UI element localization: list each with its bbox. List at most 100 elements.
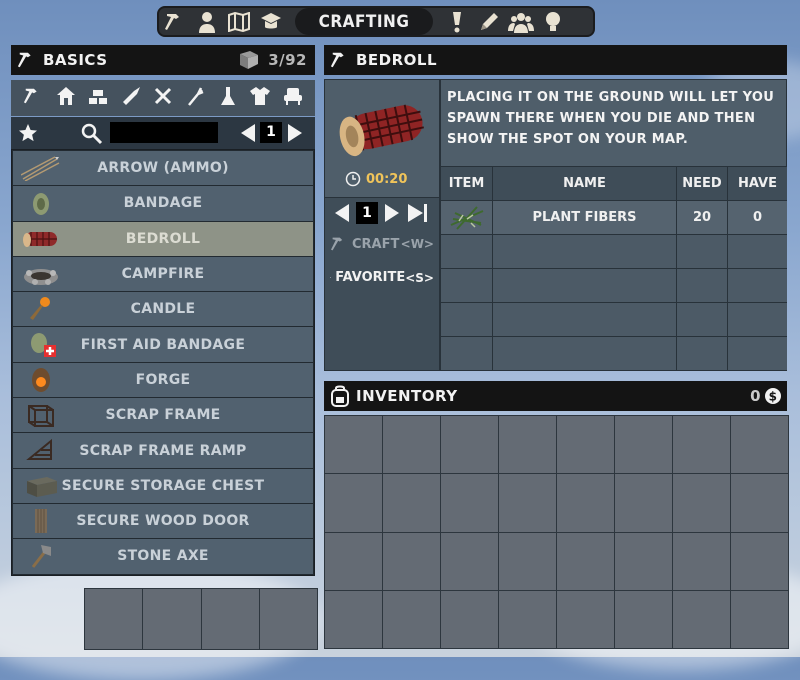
top-navigation-bar: CRAFTING [157,6,595,37]
inventory-slot[interactable] [731,532,788,590]
favorite-filter-star-icon[interactable] [18,123,38,143]
inventory-slot[interactable] [673,474,730,532]
inventory-header: INVENTORY 0 $ [324,381,787,411]
tips-icon[interactable] [537,8,569,35]
backpack-icon [331,385,349,407]
hammer-icon[interactable] [159,8,191,35]
inventory-slot[interactable] [615,532,672,590]
category-weapons-icon[interactable] [118,86,144,111]
inventory-slot[interactable] [499,532,556,590]
inventory-slot[interactable] [673,590,730,648]
decrease-quantity-arrow-icon[interactable] [333,203,351,223]
campfire-icon [24,268,58,285]
recipe-item-forge[interactable]: FORGE [13,362,313,398]
hammer-icon [330,52,344,68]
inventory-slot[interactable] [557,474,614,532]
clock-icon [345,171,361,187]
search-bar: 1 [11,117,315,149]
column-header-need: NEED [677,167,727,200]
favorite-button[interactable]: FAVORITE <S> [330,269,436,286]
recipe-item-stone-axe[interactable]: STONE AXE [13,539,313,574]
category-food-icon[interactable] [182,86,208,111]
empty-cell [728,269,787,302]
empty-cell [493,235,676,268]
quick-slot[interactable] [201,589,259,649]
inventory-slot[interactable] [731,474,788,532]
craft-shortcut: <W> [400,237,434,251]
recipe-item-candle[interactable]: CANDLE [13,292,313,327]
inventory-slot[interactable] [441,590,498,648]
empty-cell [441,269,492,302]
empty-cell [677,235,727,268]
increase-quantity-arrow-icon[interactable] [383,203,401,223]
recipe-item-arrow[interactable]: ARROW (AMMO) [13,151,313,186]
inventory-slot[interactable] [499,474,556,532]
search-input[interactable] [110,122,218,143]
recipe-item-secure-wood-door[interactable]: SECURE WOOD DOOR [13,503,313,539]
recipe-detail-header: BEDROLL [324,45,787,75]
inventory-slot[interactable] [325,416,382,474]
bedroll-icon [339,104,424,157]
inventory-slot[interactable] [383,590,440,648]
max-quantity-arrow-icon[interactable] [407,203,429,223]
inventory-slot[interactable] [557,532,614,590]
inventory-slot[interactable] [673,532,730,590]
inventory-slot[interactable] [615,590,672,648]
recipe-item-secure-storage-chest[interactable]: SECURE STORAGE CHEST [13,468,313,503]
inventory-slot[interactable] [673,416,730,474]
next-page-arrow-icon[interactable] [287,123,303,143]
journal-icon[interactable] [473,8,505,35]
character-icon[interactable] [191,8,223,35]
inventory-slot[interactable] [383,474,440,532]
inventory-slot[interactable] [441,474,498,532]
inventory-slot[interactable] [383,532,440,590]
quick-slot[interactable] [85,589,143,649]
inventory-slot[interactable] [325,532,382,590]
recipe-item-bandage[interactable]: BANDAGE [13,186,313,221]
players-icon[interactable] [505,8,537,35]
category-tools-icon[interactable] [150,86,176,111]
craft-quantity[interactable]: 1 [356,202,378,224]
quest-icon[interactable] [441,8,473,35]
quick-slot[interactable] [259,589,317,649]
category-basics-hammer-icon[interactable] [20,86,46,111]
recipe-item-campfire[interactable]: CAMPFIRE [13,256,313,292]
recipe-item-bedroll[interactable]: BEDROLL [13,221,313,256]
inventory-slot[interactable] [383,416,440,474]
inventory-slot[interactable] [557,416,614,474]
inventory-slot[interactable] [325,474,382,532]
map-icon[interactable] [223,8,255,35]
recipe-item-first-aid-bandage[interactable]: FIRST AID BANDAGE [13,327,313,362]
category-science-icon[interactable] [215,86,241,111]
quick-slot[interactable] [143,589,201,649]
recipe-list: ARROW (AMMO) BANDAGE BEDROLL CAMPFIRE CA… [11,149,315,576]
empty-cell [441,303,492,336]
inventory-slot[interactable] [557,590,614,648]
craft-button[interactable]: CRAFT <W> [330,236,436,252]
empty-cell [493,303,676,336]
category-clothing-icon[interactable] [247,86,273,111]
category-furniture-icon[interactable] [280,86,306,111]
recipe-item-scrap-frame[interactable]: SCRAP FRAME [13,398,313,433]
inventory-slot[interactable] [499,590,556,648]
inventory-slot[interactable] [499,416,556,474]
category-blocks-icon[interactable] [85,86,111,111]
inventory-slot[interactable] [615,416,672,474]
inventory-slot[interactable] [441,532,498,590]
empty-cell [728,337,787,370]
empty-cell [441,337,492,370]
inventory-slot[interactable] [731,416,788,474]
inventory-title: INVENTORY [356,387,458,405]
skills-icon[interactable] [255,8,287,35]
tab-crafting[interactable]: CRAFTING [295,8,433,35]
inventory-slot[interactable] [615,474,672,532]
ramp-icon [26,439,52,461]
inventory-slot[interactable] [325,590,382,648]
category-building-house-icon[interactable] [53,86,79,111]
recipe-preview: 00:20 [325,80,439,197]
hammer-icon [331,237,343,251]
recipe-item-scrap-frame-ramp[interactable]: SCRAP FRAME RAMP [13,433,313,468]
inventory-slot[interactable] [441,416,498,474]
inventory-slot[interactable] [731,590,788,648]
previous-page-arrow-icon[interactable] [240,123,256,143]
